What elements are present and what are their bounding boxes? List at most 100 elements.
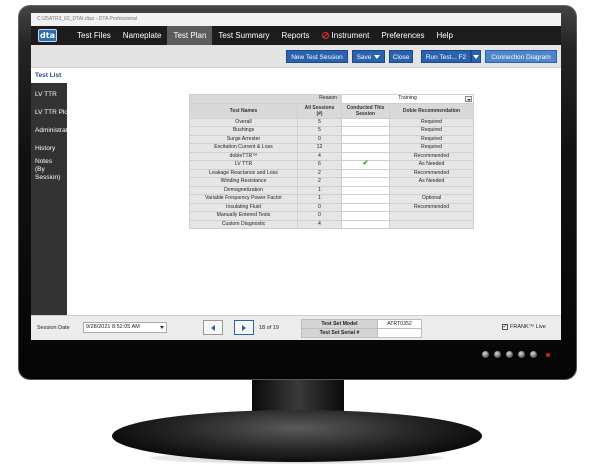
sidebar-item-administration[interactable]: Administration (31, 123, 76, 138)
col-header-recommendation: Doble Recommendation (389, 102, 474, 119)
test-name-cell: LV TTR (189, 160, 298, 170)
run-test-button[interactable]: Run Test... F2 (421, 50, 471, 63)
table-row[interactable]: Manually Entered Tests 0 (189, 211, 474, 221)
menu-test-summary[interactable]: Test Summary (212, 26, 275, 45)
table-row[interactable]: Excitation Current & Loss 12 Required (189, 143, 474, 153)
run-test-dropdown[interactable] (471, 50, 481, 63)
test-name-cell: Overall (189, 117, 298, 127)
monitor-buttons (482, 351, 550, 358)
menu-instrument[interactable]: Instrument (316, 26, 376, 45)
test-name-cell: Manually Entered Tests (189, 211, 298, 221)
recommendation-cell: As Needed (389, 160, 474, 170)
next-arrow-icon (242, 324, 246, 331)
recommendation-cell: Recommended (389, 168, 474, 178)
menu-reports[interactable]: Reports (276, 26, 316, 45)
conducted-cell (341, 143, 390, 153)
recommendation-cell (389, 219, 474, 229)
recommendation-cell: Required (389, 134, 474, 144)
app-screen: C:\25ATR3_63_DTAI.dtaz - DTA Professiona… (31, 13, 561, 340)
table-row[interactable]: Demagnetization 1 (189, 185, 474, 195)
col-header-test-names: Test Names (189, 102, 298, 119)
power-led-icon (546, 352, 550, 357)
prev-session-button[interactable] (203, 320, 223, 335)
menu-test-files[interactable]: Test Files (71, 26, 117, 45)
reason-select[interactable]: Training (341, 94, 474, 104)
session-count-cell: 0 (297, 211, 342, 221)
sidebar-item-lv-ttr[interactable]: LV TTR (31, 87, 67, 102)
menu-preferences[interactable]: Preferences (375, 26, 430, 45)
session-date-select[interactable]: 9/28/2021 8:52:05 AM (83, 322, 167, 333)
connection-diagram-button[interactable]: Connection Diagram (485, 50, 557, 63)
prev-arrow-icon (211, 325, 215, 331)
session-count-cell: 0 (297, 202, 342, 212)
sidebar-item-test-list[interactable]: Test List (31, 68, 67, 83)
checkbox-icon[interactable] (502, 323, 508, 330)
menu-nameplate[interactable]: Nameplate (117, 26, 168, 45)
recommendation-cell: Recommended (389, 151, 474, 161)
conducted-cell (341, 151, 390, 161)
test-plan-grid: Reason Training Test Names All Sessions(… (189, 94, 474, 229)
monitor-base (112, 410, 482, 462)
session-count-cell: 0 (297, 134, 342, 144)
monitor-button-icon (482, 351, 489, 358)
session-count-cell: 1 (297, 194, 342, 204)
table-row[interactable]: Surge Arrester 0 Required (189, 134, 474, 144)
reason-label: Reason (189, 94, 342, 104)
table-row[interactable]: Bushings 5 Required (189, 126, 474, 136)
test-name-cell: Winding Resistance (189, 177, 298, 187)
table-row[interactable]: Leakage Reactance and Loss 2 Recommended (189, 168, 474, 178)
test-set-serial-label: Test Set Serial # (301, 328, 378, 338)
test-set-serial-value (377, 328, 422, 338)
menu-help[interactable]: Help (430, 26, 458, 45)
conducted-cell (341, 126, 390, 136)
recommendation-cell: Recommended (389, 202, 474, 212)
conducted-cell (341, 134, 390, 144)
conducted-cell (341, 219, 390, 229)
test-name-cell: Demagnetization (189, 185, 298, 195)
sidebar: Test List LV TTR LV TTR Plots Administra… (31, 68, 76, 315)
window-title: C:\25ATR3_63_DTAI.dtaz - DTA Professiona… (37, 16, 138, 22)
table-row[interactable]: LV TTR 6 ✔ As Needed (189, 160, 474, 170)
session-count-cell: 4 (297, 151, 342, 161)
table-row[interactable]: Winding Resistance 2 As Needed (189, 177, 474, 187)
test-name-cell: Custom Diagnostic (189, 219, 298, 229)
menu-bar: dta Test Files Nameplate Test Plan Test … (31, 26, 561, 45)
recommendation-cell: Optional (389, 194, 474, 204)
conducted-cell (341, 211, 390, 221)
frank-live-toggle[interactable]: FRANK™ Live (502, 323, 546, 330)
save-button[interactable]: Save (352, 50, 385, 63)
conducted-cell (341, 117, 390, 127)
close-button[interactable]: Close (389, 50, 413, 63)
dropdown-caret-icon (473, 55, 479, 60)
conducted-cell (341, 202, 390, 212)
table-row[interactable]: dobleTTR™ 4 Recommended (189, 151, 474, 161)
next-session-button[interactable] (234, 320, 254, 335)
table-row[interactable]: Overall 5 Required (189, 117, 474, 127)
recommendation-cell (389, 211, 474, 221)
recommendation-cell: Required (389, 126, 474, 136)
frank-live-label: FRANK™ Live (510, 324, 546, 330)
toolbar: New Test Session Save Close Run Test... … (31, 45, 561, 68)
sidebar-item-lv-ttr-plots[interactable]: LV TTR Plots (31, 105, 73, 120)
dropdown-caret-icon (465, 96, 472, 102)
session-count-cell: 1 (297, 185, 342, 195)
test-name-cell: Bushings (189, 126, 298, 136)
sidebar-item-history[interactable]: History (31, 141, 67, 156)
conducted-cell (341, 194, 390, 204)
table-row[interactable]: Insulating Fluid 0 Recommended (189, 202, 474, 212)
table-row[interactable]: Custom Diagnostic 4 (189, 219, 474, 229)
recommendation-cell: Required (389, 117, 474, 127)
test-name-cell: Excitation Current & Loss (189, 143, 298, 153)
col-header-all-sessions: All Sessions (#) (297, 102, 342, 119)
new-test-session-button[interactable]: New Test Session (286, 50, 348, 63)
session-count-cell: 2 (297, 177, 342, 187)
no-entry-icon (321, 32, 329, 39)
sidebar-item-notes[interactable]: Notes (By Session) (31, 158, 67, 181)
monitor-button-icon (506, 351, 513, 358)
dropdown-caret-icon (374, 55, 381, 60)
table-row[interactable]: Variable Frequency Power Factor 1 Optional (189, 194, 474, 204)
menu-test-plan[interactable]: Test Plan (167, 26, 213, 45)
monitor-button-icon (494, 351, 501, 358)
dropdown-caret-icon (160, 326, 164, 329)
recommendation-cell: Required (389, 143, 474, 153)
